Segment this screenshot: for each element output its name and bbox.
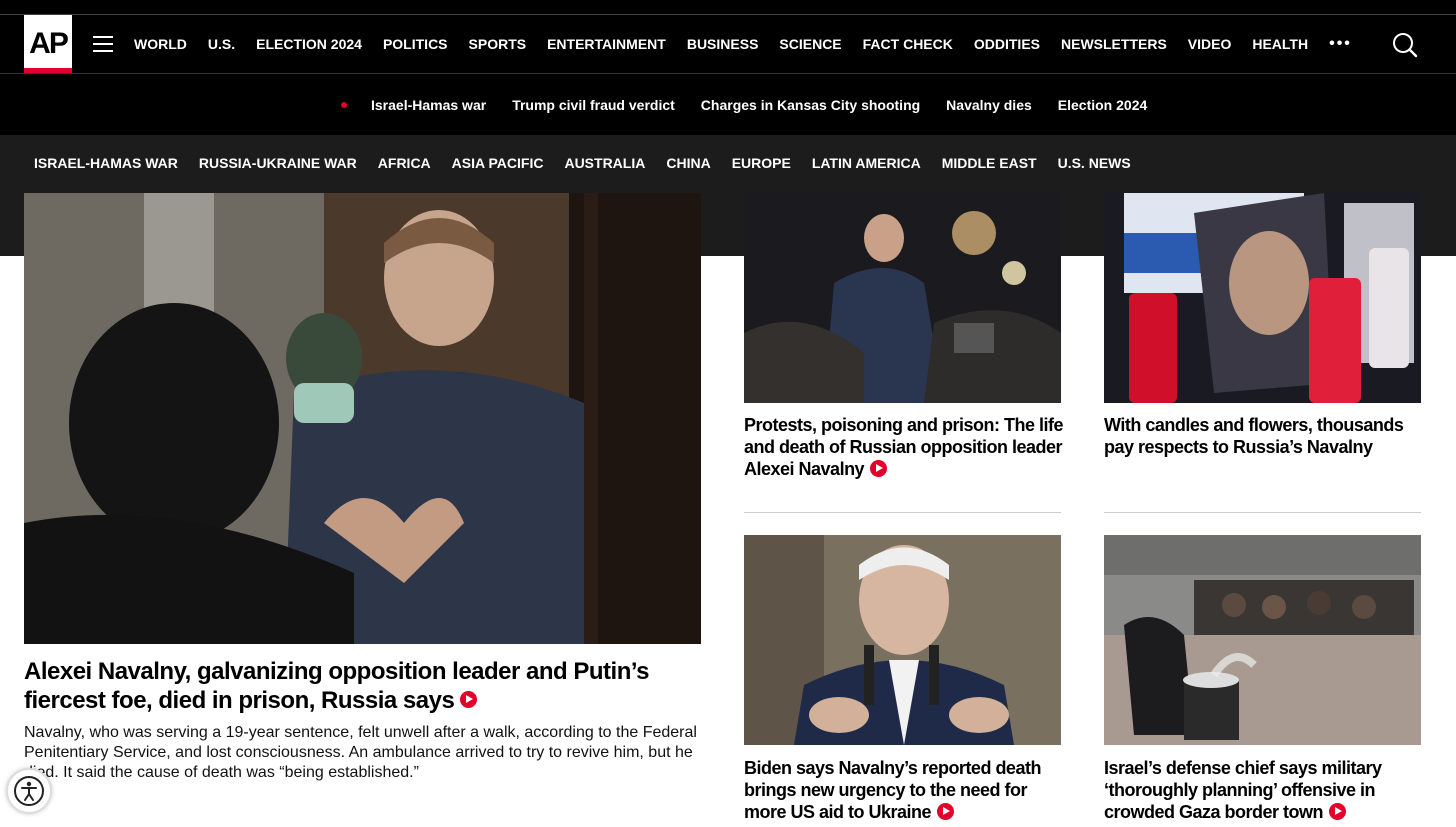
story-2-headline-text: With candles and flowers, thousands pay …: [1104, 415, 1404, 457]
story-3-headline[interactable]: Biden says Navalny’s reported death brin…: [744, 757, 1064, 823]
subnav-africa[interactable]: AFRICA: [378, 155, 431, 171]
nav-oddities[interactable]: ODDITIES: [974, 36, 1040, 52]
video-play-icon: [460, 691, 478, 709]
nav-politics[interactable]: POLITICS: [383, 36, 448, 52]
lead-story-headline[interactable]: Alexei Navalny, galvanizing opposition l…: [24, 657, 714, 715]
subnav-asia-pacific[interactable]: ASIA PACIFIC: [452, 155, 544, 171]
ap-logo-text: AP: [29, 27, 69, 60]
nav-newsletters[interactable]: NEWSLETTERS: [1061, 36, 1167, 52]
video-play-icon: [870, 459, 888, 477]
nav-science[interactable]: SCIENCE: [779, 36, 841, 52]
story-separator: [1104, 512, 1421, 513]
lead-headline-text: Alexei Navalny, galvanizing opposition l…: [24, 658, 649, 714]
hamburger-menu-icon[interactable]: [93, 36, 113, 52]
accessibility-icon[interactable]: [6, 768, 52, 814]
subnav-australia[interactable]: AUSTRALIA: [564, 155, 645, 171]
story-separator: [744, 512, 1061, 513]
video-play-icon: [1329, 802, 1347, 820]
story-2-image[interactable]: [1104, 193, 1421, 403]
live-dot-icon: [341, 102, 347, 108]
nav-fact-check[interactable]: FACT CHECK: [863, 36, 953, 52]
world-sub-navigation: ISRAEL-HAMAS WAR RUSSIA-UKRAINE WAR AFRI…: [34, 135, 1152, 191]
lead-story-image[interactable]: [24, 193, 701, 644]
subnav-latin-america[interactable]: LATIN AMERICA: [812, 155, 921, 171]
story-3-headline-text: Biden says Navalny’s reported death brin…: [744, 758, 1041, 822]
trending-israel-hamas-war[interactable]: Israel-Hamas war: [371, 97, 486, 113]
nav-health[interactable]: HEALTH: [1252, 36, 1308, 52]
lead-story-summary: Navalny, who was serving a 19-year sente…: [24, 724, 697, 781]
main-navigation: AP WORLD U.S. ELECTION 2024 POLITICS SPO…: [0, 15, 1456, 73]
video-play-icon: [937, 802, 955, 820]
nav-video[interactable]: VIDEO: [1188, 36, 1232, 52]
story-1-headline[interactable]: Protests, poisoning and prison: The life…: [744, 414, 1064, 480]
subnav-china[interactable]: CHINA: [666, 155, 710, 171]
story-2-headline[interactable]: With candles and flowers, thousands pay …: [1104, 414, 1424, 458]
main-nav-links: WORLD U.S. ELECTION 2024 POLITICS SPORTS…: [134, 15, 1373, 73]
story-1-image[interactable]: [744, 193, 1061, 403]
search-icon[interactable]: [1392, 32, 1418, 58]
nav-business[interactable]: BUSINESS: [687, 36, 759, 52]
trending-bar: Israel-Hamas war Trump civil fraud verdi…: [0, 74, 1456, 135]
subnav-europe[interactable]: EUROPE: [732, 155, 791, 171]
trending-trump-civil-fraud-verdict[interactable]: Trump civil fraud verdict: [512, 97, 675, 113]
trending-navalny-dies[interactable]: Navalny dies: [946, 97, 1032, 113]
trending-kansas-city-shooting[interactable]: Charges in Kansas City shooting: [701, 97, 920, 113]
nav-more-button[interactable]: •••: [1329, 35, 1352, 53]
subnav-israel-hamas-war[interactable]: ISRAEL-HAMAS WAR: [34, 155, 178, 171]
ap-news-homepage: AP WORLD U.S. ELECTION 2024 POLITICS SPO…: [0, 0, 1456, 827]
subnav-us-news[interactable]: U.S. NEWS: [1058, 155, 1131, 171]
nav-us[interactable]: U.S.: [208, 36, 235, 52]
ap-logo[interactable]: AP: [24, 15, 72, 73]
nav-sports[interactable]: SPORTS: [469, 36, 527, 52]
story-3-image[interactable]: [744, 535, 1061, 745]
story-4-image[interactable]: [1104, 535, 1421, 745]
subnav-russia-ukraine-war[interactable]: RUSSIA-UKRAINE WAR: [199, 155, 357, 171]
nav-entertainment[interactable]: ENTERTAINMENT: [547, 36, 666, 52]
subnav-middle-east[interactable]: MIDDLE EAST: [942, 155, 1037, 171]
nav-election-2024[interactable]: ELECTION 2024: [256, 36, 362, 52]
story-4-headline[interactable]: Israel’s defense chief says military ‘th…: [1104, 757, 1424, 823]
story-1-headline-text: Protests, poisoning and prison: The life…: [744, 415, 1064, 479]
trending-election-2024[interactable]: Election 2024: [1058, 97, 1148, 113]
nav-world[interactable]: WORLD: [134, 36, 187, 52]
